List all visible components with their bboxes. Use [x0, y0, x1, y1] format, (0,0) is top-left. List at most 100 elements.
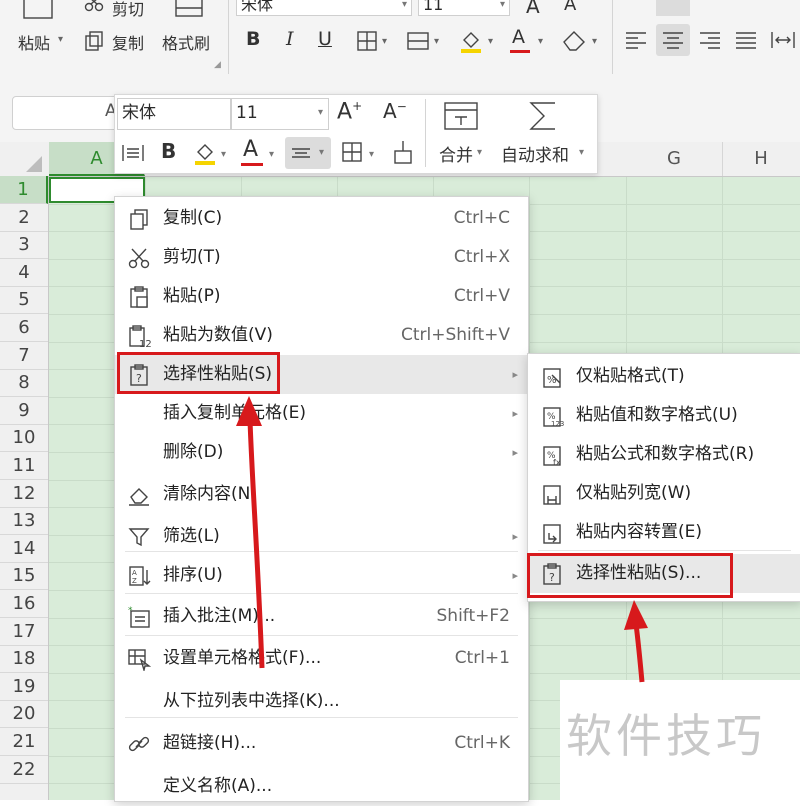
- sigma-icon[interactable]: [527, 99, 559, 133]
- format-painter-icon[interactable]: [172, 0, 206, 22]
- chevron-down-icon[interactable]: ▾: [434, 36, 439, 47]
- format-painter-icon[interactable]: [391, 139, 415, 165]
- mini-font-size-select[interactable]: 11 ▾: [231, 98, 329, 130]
- row-header-16[interactable]: 16: [0, 590, 48, 618]
- chevron-down-icon[interactable]: ▾: [58, 34, 63, 45]
- row-header-9[interactable]: 9: [0, 397, 48, 425]
- context-menu-item[interactable]: 定义名称(A)...: [115, 767, 528, 806]
- column-header-h[interactable]: H: [722, 142, 800, 176]
- merge-button[interactable]: 合并: [439, 141, 473, 166]
- context-menu-item[interactable]: A Z 排序(U) ▸: [115, 556, 528, 595]
- context-menu-item[interactable]: 从下拉列表中选择(K)...: [115, 682, 528, 721]
- row-header-15[interactable]: 15: [0, 562, 48, 590]
- chevron-down-icon[interactable]: ▾: [579, 147, 584, 158]
- increase-font-icon[interactable]: A+: [337, 99, 362, 124]
- submenu-item[interactable]: 仅粘贴列宽(W): [528, 474, 800, 513]
- context-menu-item[interactable]: 12 粘贴为数值(V) Ctrl+Shift+V: [115, 316, 528, 355]
- paste-button[interactable]: 粘贴: [18, 30, 50, 54]
- row-header-5[interactable]: 5: [0, 286, 48, 314]
- row-header-12[interactable]: 12: [0, 480, 48, 508]
- context-menu-item[interactable]: 插入复制单元格(E) ▸: [115, 394, 528, 433]
- paste-format-icon: %: [540, 365, 564, 389]
- paste-icon[interactable]: [20, 0, 56, 22]
- align-top-button[interactable]: [656, 0, 690, 16]
- row-header-21[interactable]: 21: [0, 728, 48, 756]
- font-color-swatch: [510, 50, 530, 53]
- chevron-down-icon[interactable]: ▾: [221, 149, 226, 160]
- row-header-1[interactable]: 1: [0, 176, 48, 204]
- chevron-down-icon[interactable]: ▾: [369, 149, 374, 160]
- scissors-icon[interactable]: [84, 0, 104, 14]
- font-color-icon[interactable]: A: [512, 26, 525, 48]
- align-left-icon[interactable]: [624, 30, 648, 50]
- name-box[interactable]: A: [12, 96, 124, 130]
- row-header-20[interactable]: 20: [0, 700, 48, 728]
- row-header-11[interactable]: 11: [0, 452, 48, 480]
- context-menu-item[interactable]: 设置单元格格式(F)... Ctrl+1: [115, 639, 528, 678]
- bold-button[interactable]: B: [246, 28, 260, 50]
- row-header-22[interactable]: 22: [0, 756, 48, 784]
- row-header-8[interactable]: 8: [0, 369, 48, 397]
- row-header-10[interactable]: 10: [0, 424, 48, 452]
- submenu-item[interactable]: % 仅粘贴格式(T): [528, 357, 800, 396]
- border-icon[interactable]: [356, 30, 378, 52]
- increase-font-icon[interactable]: A: [526, 0, 540, 18]
- context-menu-item[interactable]: 粘贴(P) Ctrl+V: [115, 277, 528, 316]
- chevron-down-icon[interactable]: ▾: [488, 36, 493, 47]
- align-center-button[interactable]: ▾: [285, 137, 331, 169]
- chevron-down-icon[interactable]: ▾: [477, 147, 482, 158]
- align-right-icon[interactable]: [698, 30, 722, 50]
- border-icon[interactable]: [341, 141, 363, 163]
- row-header-6[interactable]: 6: [0, 314, 48, 342]
- italic-button[interactable]: I: [286, 28, 294, 50]
- bold-button[interactable]: B: [161, 139, 176, 163]
- copy-button[interactable]: 复制: [112, 30, 144, 54]
- context-menu-item[interactable]: * 插入批注(M)... Shift+F2: [115, 597, 528, 636]
- row-header-7[interactable]: 7: [0, 342, 48, 370]
- mini-font-name-select[interactable]: 宋体: [117, 98, 231, 130]
- fill-color-icon[interactable]: [458, 28, 484, 54]
- svg-text:%: %: [547, 375, 557, 386]
- context-menu-item[interactable]: 清除内容(N): [115, 475, 528, 514]
- row-header-2[interactable]: 2: [0, 204, 48, 232]
- underline-button[interactable]: U: [318, 28, 332, 50]
- format-painter-button[interactable]: 格式刷: [162, 30, 210, 54]
- cut-button[interactable]: 剪切: [112, 0, 144, 20]
- fill-color-icon[interactable]: [191, 139, 219, 167]
- font-size-select[interactable]: 11 ▾: [418, 0, 510, 16]
- context-menu-item-label: 剪切(T): [163, 247, 221, 267]
- row-header-18[interactable]: 18: [0, 645, 48, 673]
- dialog-launcher-icon[interactable]: ◢: [214, 60, 221, 70]
- context-menu-item[interactable]: 超链接(H)... Ctrl+K: [115, 724, 528, 763]
- decrease-font-icon[interactable]: A−: [383, 99, 407, 123]
- row-header-3[interactable]: 3: [0, 231, 48, 259]
- row-header-13[interactable]: 13: [0, 507, 48, 535]
- font-color-icon[interactable]: A: [243, 137, 258, 162]
- copy-icon[interactable]: [84, 30, 104, 52]
- wrap-text-icon[interactable]: [121, 141, 145, 165]
- chevron-down-icon[interactable]: ▾: [538, 36, 543, 47]
- context-menu-item[interactable]: 删除(D) ▸: [115, 433, 528, 472]
- submenu-item[interactable]: % fx 粘贴公式和数字格式(R): [528, 435, 800, 474]
- submenu-item[interactable]: 粘贴内容转置(E): [528, 513, 800, 552]
- context-menu-item[interactable]: 剪切(T) Ctrl+X: [115, 238, 528, 277]
- row-header-19[interactable]: 19: [0, 673, 48, 701]
- chevron-down-icon[interactable]: ▾: [269, 149, 274, 160]
- row-header-14[interactable]: 14: [0, 535, 48, 563]
- merge-cells-icon[interactable]: [443, 101, 479, 131]
- justify-icon[interactable]: [734, 30, 758, 50]
- select-all-icon[interactable]: [26, 156, 42, 172]
- font-name-select[interactable]: 宋体 ▾: [236, 0, 412, 16]
- row-header-17[interactable]: 17: [0, 618, 48, 646]
- row-header-4[interactable]: 4: [0, 259, 48, 287]
- context-menu-item[interactable]: 复制(C) Ctrl+C: [115, 199, 528, 238]
- eraser-icon[interactable]: [560, 28, 588, 52]
- cell-style-icon[interactable]: [406, 30, 430, 52]
- autosum-button[interactable]: 自动求和: [501, 141, 569, 166]
- column-header-g[interactable]: G: [626, 142, 723, 176]
- chevron-down-icon[interactable]: ▾: [592, 36, 597, 47]
- decrease-font-icon[interactable]: A: [564, 0, 576, 15]
- chevron-down-icon[interactable]: ▾: [382, 36, 387, 47]
- distribute-icon[interactable]: [770, 30, 796, 50]
- submenu-item[interactable]: % 123 粘贴值和数字格式(U): [528, 396, 800, 435]
